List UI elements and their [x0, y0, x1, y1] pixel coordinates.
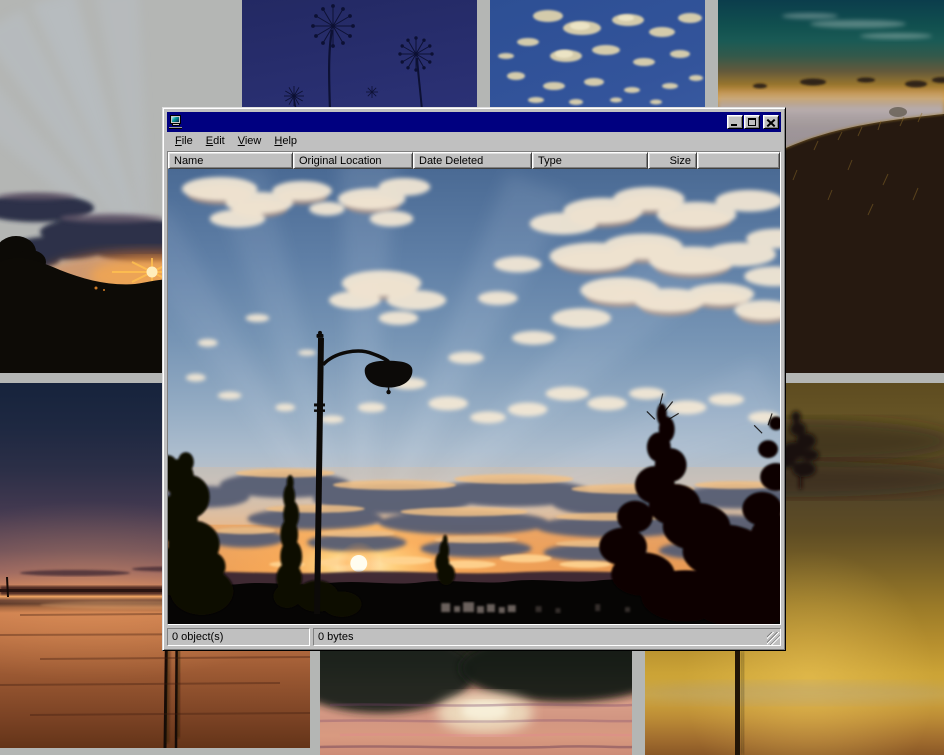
- status-bar: 0 object(s) 0 bytes: [167, 628, 781, 646]
- window-titlebar[interactable]: [167, 112, 781, 132]
- column-header-original-location[interactable]: Original Location: [293, 152, 413, 169]
- monitor-screen: [172, 117, 179, 122]
- window-controls: [727, 115, 779, 129]
- close-button[interactable]: [763, 115, 779, 129]
- menu-view[interactable]: View: [232, 133, 269, 149]
- column-header-name[interactable]: Name: [168, 152, 293, 169]
- resize-grip[interactable]: [767, 632, 780, 645]
- column-header-type[interactable]: Type: [532, 152, 648, 169]
- monitor-base: [172, 124, 180, 126]
- recycle-bin-window: File Edit View Help Name Original Locati…: [162, 107, 786, 651]
- minimize-icon: [731, 124, 737, 126]
- menu-file[interactable]: File: [169, 133, 200, 149]
- menu-bar: File Edit View Help: [167, 132, 781, 150]
- computer-icon: [169, 115, 183, 129]
- sunset-lamp-photo: [168, 169, 780, 624]
- column-header-size[interactable]: Size: [648, 152, 697, 169]
- close-icon: [767, 119, 775, 126]
- maximize-button[interactable]: [744, 115, 760, 129]
- file-list: Name Original Location Date Deleted Type…: [167, 151, 781, 625]
- column-header-row: Name Original Location Date Deleted Type…: [168, 152, 780, 169]
- column-header-date-deleted[interactable]: Date Deleted: [413, 152, 532, 169]
- menu-edit[interactable]: Edit: [200, 133, 232, 149]
- minimize-button[interactable]: [727, 115, 743, 129]
- list-body-sunset-photo[interactable]: [168, 169, 780, 624]
- status-bytes: 0 bytes: [313, 628, 781, 646]
- maximize-icon: [748, 118, 756, 126]
- status-objects: 0 object(s): [167, 628, 310, 646]
- monitor-keyboard: [169, 127, 182, 129]
- menu-help[interactable]: Help: [268, 133, 304, 149]
- desktop: File Edit View Help Name Original Locati…: [0, 0, 944, 755]
- column-header-filler[interactable]: [697, 152, 780, 169]
